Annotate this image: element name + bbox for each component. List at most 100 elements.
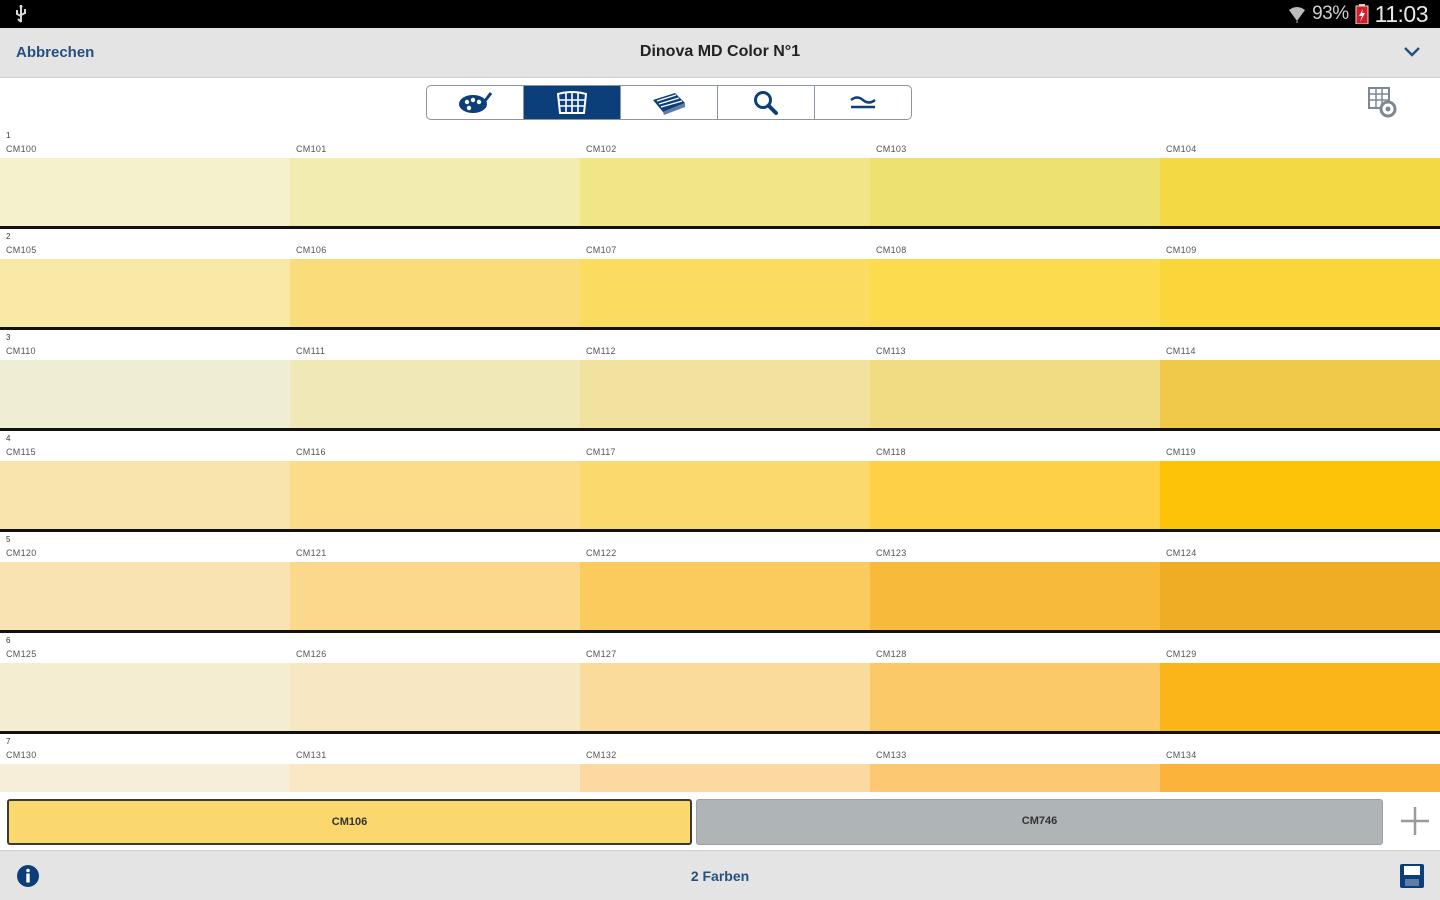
color-swatch[interactable] — [290, 663, 580, 731]
color-swatch[interactable] — [870, 158, 1160, 226]
color-grid: 1 CM100 CM101 CM102 CM103 CM104 2 CM105 CM106 CM1… — [0, 128, 1440, 792]
color-swatch-cell[interactable]: CM132 — [580, 734, 870, 792]
tab-palette[interactable] — [427, 86, 524, 119]
color-swatch[interactable] — [870, 461, 1160, 529]
color-swatch-cell[interactable]: CM127 — [580, 633, 870, 731]
color-swatch[interactable] — [870, 360, 1160, 428]
color-swatch-cell[interactable]: CM118 — [870, 431, 1160, 529]
color-row: 4 CM115 CM116 CM117 CM118 CM119 — [0, 431, 1440, 532]
color-code-label: CM113 — [876, 346, 906, 356]
chevron-down-icon[interactable] — [1402, 44, 1422, 60]
tab-color-fan[interactable] — [621, 86, 718, 119]
color-code-label: CM125 — [6, 649, 37, 659]
color-swatch-cell[interactable]: CM120 — [0, 532, 290, 630]
color-swatch[interactable] — [1160, 259, 1440, 327]
color-swatch[interactable] — [0, 764, 290, 792]
tab-color-grid[interactable] — [524, 86, 621, 119]
color-swatch-cell[interactable]: CM122 — [580, 532, 870, 630]
color-swatch-cell[interactable]: CM104 — [1160, 128, 1440, 226]
color-code-label: CM103 — [876, 144, 907, 154]
color-swatch-cell[interactable]: CM121 — [290, 532, 580, 630]
color-swatch[interactable] — [1160, 360, 1440, 428]
wifi-icon — [1289, 7, 1306, 23]
color-swatch-cell[interactable]: CM133 — [870, 734, 1160, 792]
color-swatch-cell[interactable]: CM114 — [1160, 330, 1440, 428]
color-swatch[interactable] — [0, 360, 290, 428]
save-icon[interactable] — [1398, 862, 1426, 890]
color-swatch-cell[interactable]: CM123 — [870, 532, 1160, 630]
color-row: 1 CM100 CM101 CM102 CM103 CM104 — [0, 128, 1440, 229]
color-swatch[interactable] — [870, 562, 1160, 630]
color-swatch-cell[interactable]: CM106 — [290, 229, 580, 327]
color-swatch-cell[interactable]: CM117 — [580, 431, 870, 529]
color-swatch[interactable] — [290, 562, 580, 630]
tab-search[interactable] — [718, 86, 815, 119]
color-swatch[interactable] — [1160, 764, 1440, 792]
color-swatch-cell[interactable]: CM128 — [870, 633, 1160, 731]
color-swatch-cell[interactable]: CM126 — [290, 633, 580, 731]
color-code-label: CM105 — [6, 245, 37, 255]
color-swatch[interactable] — [290, 461, 580, 529]
search-icon — [754, 90, 778, 115]
color-swatch[interactable] — [870, 259, 1160, 327]
color-code-label: CM100 — [6, 144, 37, 154]
color-swatch-cell[interactable]: CM130 — [0, 734, 290, 792]
color-swatch[interactable] — [0, 158, 290, 226]
color-swatch[interactable] — [870, 663, 1160, 731]
color-swatch-cell[interactable]: CM125 — [0, 633, 290, 731]
color-swatch[interactable] — [1160, 461, 1440, 529]
color-swatch[interactable] — [580, 562, 870, 630]
approximately-equal-icon — [850, 95, 876, 108]
color-swatch-cell[interactable]: CM131 — [290, 734, 580, 792]
color-swatch[interactable] — [0, 461, 290, 529]
color-code-label: CM101 — [296, 144, 327, 154]
settings-icon[interactable] — [1366, 86, 1398, 120]
color-swatch[interactable] — [290, 764, 580, 792]
color-swatch[interactable] — [580, 360, 870, 428]
color-swatch-cell[interactable]: CM113 — [870, 330, 1160, 428]
color-swatch-cell[interactable]: CM119 — [1160, 431, 1440, 529]
color-swatch-cell[interactable]: CM102 — [580, 128, 870, 226]
selected-color-chip[interactable]: CM106 — [7, 799, 692, 845]
color-swatch[interactable] — [580, 461, 870, 529]
color-swatch[interactable] — [0, 663, 290, 731]
color-swatch-cell[interactable]: CM115 — [0, 431, 290, 529]
add-color-button[interactable] — [1398, 804, 1432, 838]
color-swatch[interactable] — [580, 259, 870, 327]
color-swatch-cell[interactable]: CM110 — [0, 330, 290, 428]
color-swatch[interactable] — [580, 158, 870, 226]
color-swatch[interactable] — [1160, 158, 1440, 226]
color-swatch[interactable] — [1160, 663, 1440, 731]
color-code-label: CM130 — [6, 750, 37, 760]
color-swatch-cell[interactable]: CM134 — [1160, 734, 1440, 792]
color-swatch-cell[interactable]: CM112 — [580, 330, 870, 428]
color-swatch[interactable] — [290, 259, 580, 327]
color-code-label: CM106 — [296, 245, 327, 255]
color-swatch-cell[interactable]: CM105 — [0, 229, 290, 327]
color-swatch[interactable] — [0, 562, 290, 630]
selected-color-chip[interactable]: CM746 — [696, 799, 1383, 845]
clock: 11:03 — [1374, 0, 1429, 27]
usb-icon — [16, 5, 26, 23]
color-swatch-cell[interactable]: CM111 — [290, 330, 580, 428]
color-swatch[interactable] — [290, 158, 580, 226]
color-swatch-cell[interactable]: CM107 — [580, 229, 870, 327]
color-swatch-cell[interactable]: CM103 — [870, 128, 1160, 226]
color-swatch-cell[interactable]: CM129 — [1160, 633, 1440, 731]
color-swatch-cell[interactable]: CM109 — [1160, 229, 1440, 327]
color-swatch[interactable] — [0, 259, 290, 327]
color-swatch-cell[interactable]: CM108 — [870, 229, 1160, 327]
color-swatch[interactable] — [580, 764, 870, 792]
color-code-label: CM112 — [586, 346, 616, 356]
color-code-label: CM104 — [1166, 144, 1197, 154]
color-swatch-cell[interactable]: CM124 — [1160, 532, 1440, 630]
color-swatch[interactable] — [290, 360, 580, 428]
color-count-label: 2 Farben — [690, 868, 750, 884]
color-swatch[interactable] — [1160, 562, 1440, 630]
color-swatch[interactable] — [580, 663, 870, 731]
color-swatch-cell[interactable]: CM116 — [290, 431, 580, 529]
color-swatch[interactable] — [870, 764, 1160, 792]
tab-similar-colors[interactable] — [815, 86, 911, 119]
color-swatch-cell[interactable]: CM101 — [290, 128, 580, 226]
color-swatch-cell[interactable]: CM100 — [0, 128, 290, 226]
